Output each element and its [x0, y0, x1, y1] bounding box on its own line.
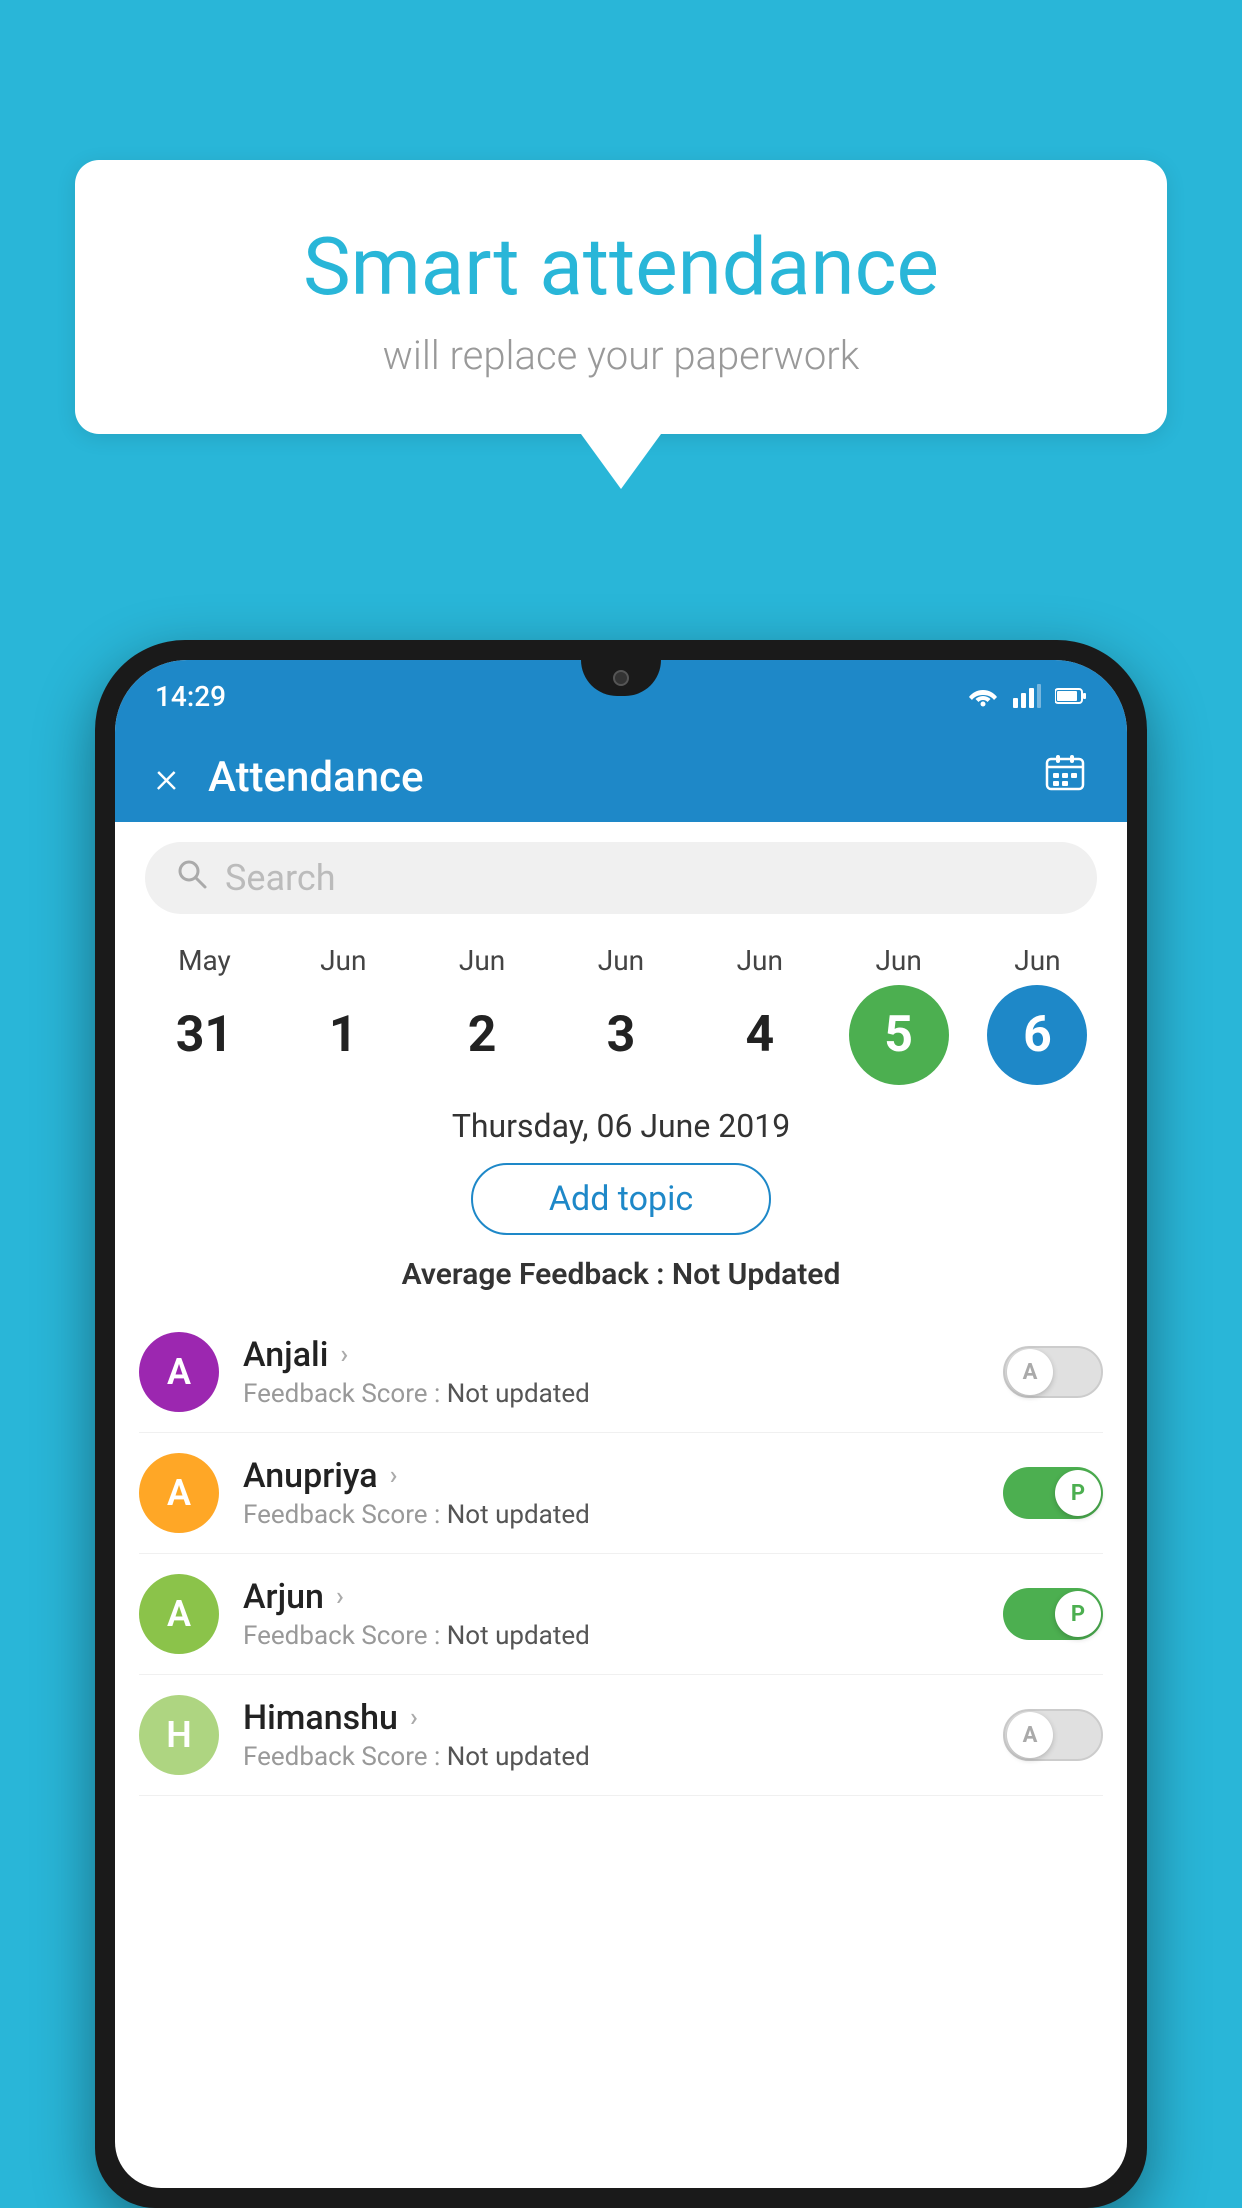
- date-number: 31: [154, 985, 254, 1085]
- chevron-icon: ›: [410, 1703, 418, 1733]
- list-item[interactable]: H Himanshu › Feedback Score : Not updatedA: [139, 1675, 1103, 1796]
- date-item[interactable]: Jun 5: [834, 944, 964, 1085]
- student-info: Anupriya › Feedback Score : Not updated: [243, 1456, 1003, 1530]
- avatar: H: [139, 1695, 219, 1775]
- search-bar[interactable]: Search: [145, 842, 1097, 914]
- feedback-score: Feedback Score : Not updated: [243, 1742, 1003, 1772]
- student-info: Himanshu › Feedback Score : Not updated: [243, 1698, 1003, 1772]
- selected-date: Thursday, 06 June 2019: [115, 1107, 1127, 1145]
- app-header: × Attendance: [115, 732, 1127, 822]
- app-title: Attendance: [208, 753, 1043, 802]
- search-icon: [175, 857, 209, 900]
- date-month: Jun: [737, 944, 783, 977]
- student-name: Arjun ›: [243, 1577, 1003, 1617]
- date-month: May: [178, 944, 231, 977]
- date-number: 4: [710, 985, 810, 1085]
- battery-icon: [1055, 687, 1087, 705]
- toggle-knob: A: [1007, 1712, 1053, 1758]
- date-item[interactable]: Jun 4: [695, 944, 825, 1085]
- speech-bubble: Smart attendance will replace your paper…: [75, 160, 1167, 434]
- date-number: 1: [293, 985, 393, 1085]
- date-item[interactable]: May 31: [139, 944, 269, 1085]
- date-month: Jun: [320, 944, 366, 977]
- toggle-knob: P: [1055, 1470, 1101, 1516]
- list-item[interactable]: A Arjun › Feedback Score : Not updated P: [139, 1554, 1103, 1675]
- date-number: 3: [571, 985, 671, 1085]
- list-item[interactable]: A Anupriya › Feedback Score : Not updated P: [139, 1433, 1103, 1554]
- chevron-icon: ›: [336, 1582, 344, 1612]
- status-time: 14:29: [155, 680, 226, 713]
- avg-feedback-value: Not Updated: [672, 1257, 840, 1292]
- toggle-knob: A: [1007, 1349, 1053, 1395]
- feedback-score: Feedback Score : Not updated: [243, 1379, 1003, 1409]
- date-number: 6: [987, 985, 1087, 1085]
- list-item[interactable]: AAnjali ›Feedback Score : Not updatedA: [139, 1312, 1103, 1433]
- date-month: Jun: [459, 944, 505, 977]
- signal-icon: [1013, 684, 1041, 708]
- speech-bubble-title: Smart attendance: [155, 220, 1087, 314]
- date-item[interactable]: Jun 2: [417, 944, 547, 1085]
- attendance-toggle[interactable]: A: [1003, 1346, 1103, 1398]
- phone-screen: 14:29: [115, 660, 1127, 2188]
- notch: [581, 660, 661, 696]
- camera: [613, 670, 629, 686]
- close-button[interactable]: ×: [155, 751, 178, 803]
- student-info: Anjali › Feedback Score : Not updated: [243, 1335, 1003, 1409]
- chevron-icon: ›: [340, 1340, 348, 1370]
- attendance-toggle[interactable]: A: [1003, 1709, 1103, 1761]
- speech-bubble-subtitle: will replace your paperwork: [155, 332, 1087, 379]
- wifi-icon: [967, 684, 999, 708]
- feedback-score: Feedback Score : Not updated: [243, 1621, 1003, 1651]
- student-info: Arjun › Feedback Score : Not updated: [243, 1577, 1003, 1651]
- attendance-toggle[interactable]: P: [1003, 1588, 1103, 1640]
- chevron-icon: ›: [390, 1461, 398, 1491]
- date-month: Jun: [875, 944, 921, 977]
- date-item[interactable]: Jun 6: [972, 944, 1102, 1085]
- student-list: AAnjali ›Feedback Score : Not updatedAAA…: [115, 1312, 1127, 1796]
- calendar-icon[interactable]: [1043, 751, 1087, 804]
- avatar: A: [139, 1574, 219, 1654]
- student-name: Anupriya ›: [243, 1456, 1003, 1496]
- add-topic-button[interactable]: Add topic: [471, 1163, 771, 1235]
- toggle-knob: P: [1055, 1591, 1101, 1637]
- date-item[interactable]: Jun 3: [556, 944, 686, 1085]
- student-name: Anjali ›: [243, 1335, 1003, 1375]
- average-feedback: Average Feedback : Not Updated: [115, 1257, 1127, 1292]
- date-item[interactable]: Jun 1: [278, 944, 408, 1085]
- phone-frame: 14:29: [95, 640, 1147, 2208]
- date-strip: May 31 Jun 1 Jun 2 Jun 3 Jun 4 Jun 5 Jun 6: [115, 934, 1127, 1085]
- status-bar: 14:29: [115, 660, 1127, 732]
- attendance-toggle[interactable]: P: [1003, 1467, 1103, 1519]
- date-month: Jun: [598, 944, 644, 977]
- avatar: A: [139, 1332, 219, 1412]
- speech-bubble-tail: [581, 434, 661, 489]
- date-month: Jun: [1014, 944, 1060, 977]
- status-icons: [967, 684, 1087, 708]
- avatar: A: [139, 1453, 219, 1533]
- date-number: 5: [849, 985, 949, 1085]
- date-number: 2: [432, 985, 532, 1085]
- avg-feedback-label: Average Feedback :: [402, 1257, 672, 1292]
- feedback-score: Feedback Score : Not updated: [243, 1500, 1003, 1530]
- student-name: Himanshu ›: [243, 1698, 1003, 1738]
- speech-bubble-container: Smart attendance will replace your paper…: [75, 160, 1167, 489]
- search-placeholder: Search: [225, 857, 336, 899]
